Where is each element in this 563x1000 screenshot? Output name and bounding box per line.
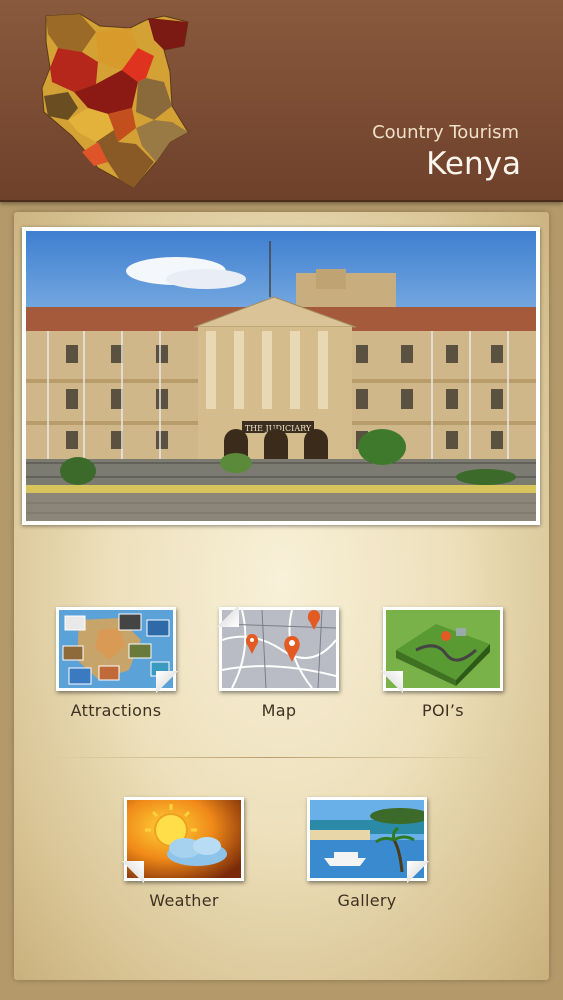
weather-label: Weather xyxy=(149,891,219,910)
map-label: Map xyxy=(261,701,297,720)
weather-sun-cloud-icon xyxy=(122,797,244,883)
kenya-map-icon xyxy=(41,13,189,189)
menu-divider xyxy=(44,757,494,758)
attractions-button[interactable]: Attractions xyxy=(46,607,186,720)
header-subtitle: Country Tourism xyxy=(372,122,519,143)
gallery-label: Gallery xyxy=(337,891,397,910)
map-button[interactable]: Map xyxy=(209,605,349,720)
map-pins-icon xyxy=(217,605,339,691)
poi-terrain-icon xyxy=(381,607,503,693)
attractions-label: Attractions xyxy=(70,701,162,720)
pois-label: POI’s xyxy=(422,701,464,720)
weather-button[interactable]: Weather xyxy=(114,797,254,910)
hero-photo: THE JUDICIARY xyxy=(22,227,540,525)
app-header: Country Tourism Kenya xyxy=(0,0,563,202)
page-title: Kenya xyxy=(426,146,521,182)
gallery-photos-icon xyxy=(307,797,429,883)
attractions-collage-icon xyxy=(56,607,178,693)
judiciary-building-image: THE JUDICIARY xyxy=(26,231,536,521)
pois-button[interactable]: POI’s xyxy=(373,607,513,720)
gallery-button[interactable]: Gallery xyxy=(297,797,437,910)
